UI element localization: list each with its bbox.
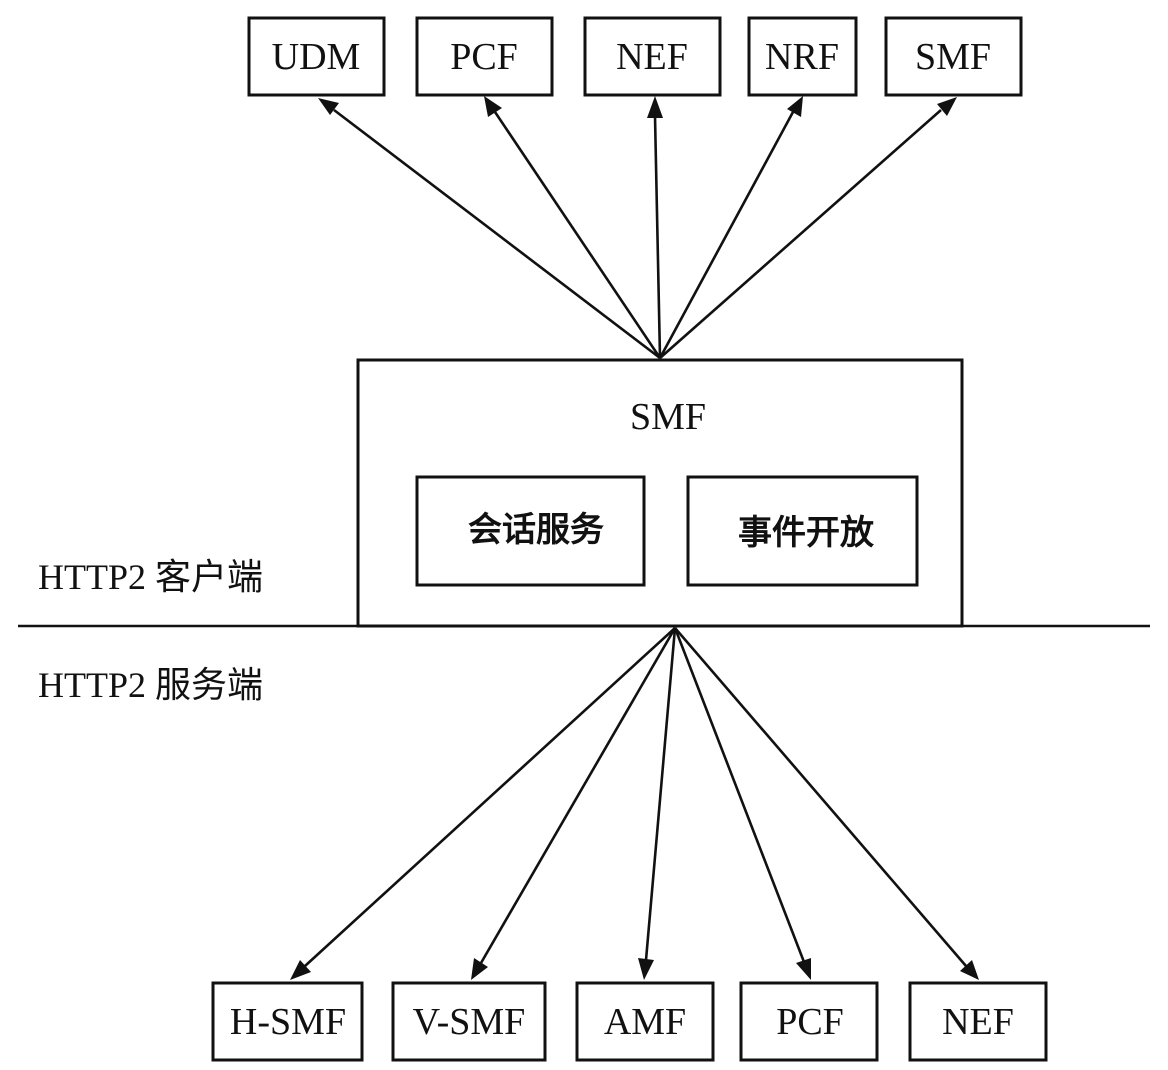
module-event-exposure: 事件开放 bbox=[686, 475, 919, 587]
arrowhead-icon bbox=[787, 96, 803, 117]
server-source-label: NEF bbox=[942, 1001, 1014, 1043]
server-arrow-line bbox=[673, 627, 806, 963]
client-arrow-line bbox=[493, 111, 662, 359]
client-arrow-line bbox=[653, 115, 662, 359]
server-arrow-line bbox=[644, 627, 677, 961]
client-target-box-udm: UDM bbox=[247, 16, 386, 97]
arrowhead-icon bbox=[638, 958, 654, 980]
server-arrows bbox=[290, 627, 979, 980]
server-source-box-h-smf: H-SMF bbox=[211, 981, 364, 1062]
server-arrow-line bbox=[479, 627, 677, 964]
server-source-label: PCF bbox=[776, 1001, 844, 1043]
module-label: 事件开放 bbox=[738, 513, 874, 553]
module-session-service: 会话服务 bbox=[415, 475, 646, 587]
client-arrow-line bbox=[659, 109, 942, 359]
server-source-label: V-SMF bbox=[413, 1001, 526, 1043]
server-source-label: AMF bbox=[604, 1001, 686, 1043]
arrowhead-icon bbox=[937, 97, 957, 116]
client-target-box-smf: SMF bbox=[884, 16, 1023, 97]
module-label: 会话服务 bbox=[468, 510, 604, 550]
server-arrow-line bbox=[674, 627, 967, 967]
client-target-box-nef: NEF bbox=[583, 16, 722, 97]
client-arrow-line bbox=[333, 108, 661, 360]
client-arrows bbox=[318, 96, 957, 360]
arrowhead-icon bbox=[647, 96, 663, 118]
smf-title: SMF bbox=[630, 396, 706, 438]
client-target-label: NEF bbox=[616, 36, 688, 78]
server-source-box-pcf: PCF bbox=[739, 981, 879, 1062]
server-source-box-amf: AMF bbox=[575, 981, 715, 1062]
client-role-label: HTTP2 客户端 bbox=[38, 557, 263, 597]
client-target-label: PCF bbox=[450, 36, 518, 78]
server-arrow-line bbox=[304, 627, 676, 967]
server-source-box-nef: NEF bbox=[908, 981, 1048, 1062]
arrowhead-icon bbox=[471, 958, 488, 980]
client-target-box-nrf: NRF bbox=[747, 16, 858, 97]
client-target-label: UDM bbox=[272, 36, 361, 78]
server-source-box-v-smf: V-SMF bbox=[391, 981, 547, 1062]
client-arrow-line bbox=[658, 111, 795, 359]
server-role-label: HTTP2 服务端 bbox=[38, 665, 263, 705]
smf-interface-diagram: UDM PCF NEF NRF SMF SMF 会话服务 事件开放 HTTP2 … bbox=[18, 16, 1150, 1062]
server-source-label: H-SMF bbox=[230, 1001, 346, 1043]
arrowhead-icon bbox=[796, 958, 811, 980]
client-target-label: SMF bbox=[915, 36, 991, 78]
client-target-box-pcf: PCF bbox=[415, 16, 554, 97]
arrowhead-icon bbox=[484, 96, 502, 117]
client-target-label: NRF bbox=[765, 36, 839, 78]
